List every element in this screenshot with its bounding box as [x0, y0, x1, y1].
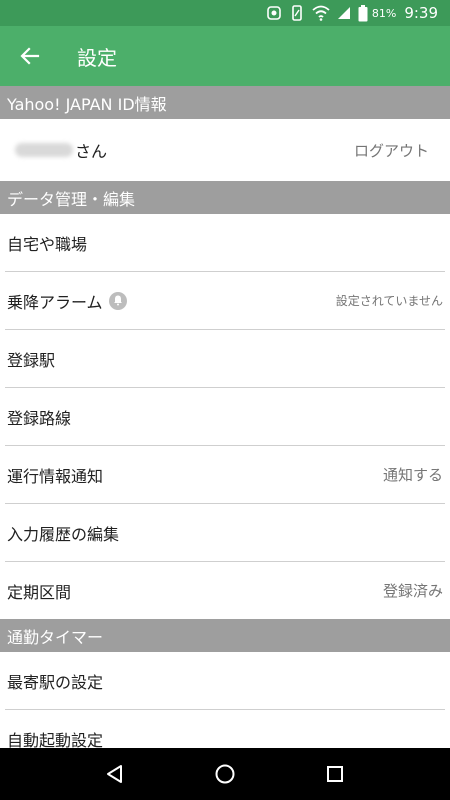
square-recents-icon	[327, 766, 343, 782]
account-suffix: さん	[75, 142, 108, 161]
settings-item-registered-lines[interactable]: 登録路線	[0, 388, 450, 445]
settings-item-value: 通知する	[382, 466, 443, 484]
notification-app-icon	[266, 5, 282, 21]
settings-item-value: 登録済み	[382, 582, 443, 600]
status-time: 9:39	[404, 4, 438, 22]
settings-item-label: 定期区間	[7, 582, 72, 602]
battery-percent: 81%	[371, 6, 397, 20]
settings-item-label: 自動起動設定	[7, 730, 104, 749]
bell-icon	[108, 291, 127, 310]
page-title: 設定	[77, 45, 117, 70]
wifi-icon	[312, 5, 330, 21]
nav-back-button[interactable]	[90, 748, 140, 800]
settings-item-label: 最寄駅の設定	[7, 672, 104, 692]
app-bar: 設定	[0, 26, 450, 86]
cell-signal-icon	[337, 6, 351, 20]
settings-item-nearest-station[interactable]: 最寄駅の設定	[0, 652, 450, 709]
section-header-data-management: データ管理・編集	[0, 181, 450, 214]
status-bar: 81% 9:39	[0, 0, 450, 26]
nav-home-button[interactable]	[200, 748, 250, 800]
settings-item-label: 運行情報通知	[7, 466, 104, 486]
settings-item-home-work[interactable]: 自宅や職場	[0, 214, 450, 271]
arrow-left-icon	[20, 47, 40, 65]
triangle-back-icon	[107, 765, 122, 783]
settings-item-registered-stations[interactable]: 登録駅	[0, 330, 450, 387]
settings-item-label: 乗降アラーム	[7, 292, 103, 312]
battery-icon	[358, 4, 368, 22]
logout-button[interactable]: ログアウト	[354, 140, 429, 161]
settings-item-alighting-alarm[interactable]: 乗降アラーム 設定されていません	[0, 272, 450, 329]
account-row: さん ログアウト	[0, 119, 450, 181]
settings-item-label: 登録路線	[7, 408, 72, 428]
settings-item-label: 登録駅	[7, 350, 56, 370]
settings-item-label: 入力履歴の編集	[7, 524, 120, 544]
section-header-commute-timer: 通勤タイマー	[0, 619, 450, 652]
settings-list[interactable]: Yahoo! JAPAN ID情報 さん ログアウト データ管理・編集 自宅や職…	[0, 86, 450, 748]
settings-item-input-history[interactable]: 入力履歴の編集	[0, 504, 450, 561]
nav-recents-button[interactable]	[310, 748, 360, 800]
settings-item-value: 設定されていません	[335, 294, 443, 308]
back-button[interactable]	[0, 26, 60, 86]
settings-item-service-notification[interactable]: 運行情報通知 通知する	[0, 446, 450, 503]
account-name-obscured	[15, 143, 73, 157]
system-nav-bar	[0, 748, 450, 800]
settings-item-auto-launch[interactable]: 自動起動設定	[0, 710, 450, 749]
section-header-yahoo-id: Yahoo! JAPAN ID情報	[0, 86, 450, 119]
vibrate-mode-icon	[289, 5, 305, 21]
circle-home-icon	[215, 764, 235, 784]
settings-item-commuter-pass[interactable]: 定期区間 登録済み	[0, 562, 450, 619]
settings-item-label: 自宅や職場	[7, 234, 88, 254]
